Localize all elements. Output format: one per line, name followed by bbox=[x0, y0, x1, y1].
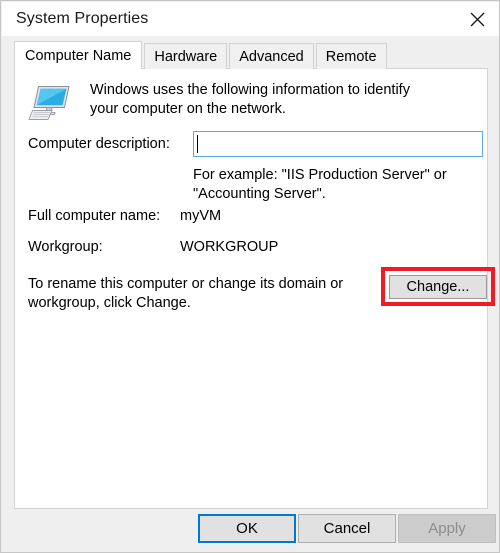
tab-advanced[interactable]: Advanced bbox=[229, 43, 314, 69]
dialog-footer: OK Cancel Apply bbox=[2, 510, 499, 552]
full-computer-name-value: myVM bbox=[180, 208, 222, 224]
computer-description-input[interactable] bbox=[193, 131, 483, 157]
full-computer-name-label: Full computer name: bbox=[28, 208, 161, 224]
tab-hardware[interactable]: Hardware bbox=[144, 43, 228, 69]
rename-instruction-text: To rename this computer or change its do… bbox=[28, 276, 344, 311]
close-icon[interactable] bbox=[454, 2, 499, 36]
tab-content-panel: Windows uses the following information t… bbox=[14, 68, 495, 509]
intro-section: Windows uses the following information t… bbox=[28, 81, 468, 123]
computer-description-row: Computer description: bbox=[28, 131, 483, 158]
workgroup-row: Workgroup: WORKGROUP bbox=[28, 239, 468, 255]
system-properties-dialog: System Properties Computer Name Hardware… bbox=[0, 0, 500, 553]
tab-label: Remote bbox=[325, 48, 377, 65]
computer-description-label: Computer description: bbox=[28, 136, 170, 152]
description-example-text: For example: "IIS Production Server" or … bbox=[193, 167, 447, 202]
text-caret bbox=[197, 135, 198, 153]
window-title: System Properties bbox=[16, 10, 149, 27]
intro-text: Windows uses the following information t… bbox=[90, 82, 410, 117]
tab-label: Computer Name bbox=[25, 47, 132, 64]
computer-monitor-icon bbox=[28, 83, 72, 123]
title-bar: System Properties bbox=[2, 2, 499, 36]
ok-button[interactable]: OK bbox=[198, 514, 296, 543]
workgroup-label: Workgroup: bbox=[28, 239, 103, 255]
cancel-button[interactable]: Cancel bbox=[298, 514, 396, 543]
full-computer-name-row: Full computer name: myVM bbox=[28, 208, 468, 224]
change-button[interactable]: Change... bbox=[389, 275, 487, 299]
tab-label: Hardware bbox=[154, 48, 218, 65]
tab-label: Advanced bbox=[239, 48, 304, 65]
tab-computer-name[interactable]: Computer Name bbox=[14, 41, 143, 70]
apply-button: Apply bbox=[398, 514, 496, 543]
workgroup-value: WORKGROUP bbox=[180, 239, 279, 255]
tab-strip: Computer Name Hardware Advanced Remote bbox=[14, 41, 389, 70]
tab-remote[interactable]: Remote bbox=[315, 43, 387, 69]
